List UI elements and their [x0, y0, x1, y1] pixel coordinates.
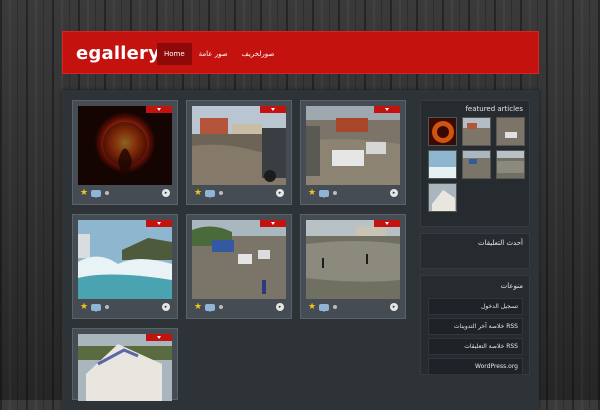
posts-rss-link[interactable]: خلاصة آخر التدوينات RSS: [428, 318, 523, 335]
gallery-item[interactable]: ★ ▸: [300, 100, 406, 205]
nav-home[interactable]: Home: [157, 43, 192, 65]
nav-general-photos[interactable]: صور عامة: [192, 43, 235, 65]
dot-icon: [105, 191, 110, 195]
comment-bubble-icon[interactable]: [319, 189, 330, 198]
recent-comments-widget: أحدث التعليقات: [420, 233, 530, 269]
gallery-item[interactable]: ★ ▸: [186, 100, 292, 205]
new-ribbon: [146, 106, 172, 113]
flooded-street-photo[interactable]: [192, 106, 286, 185]
featured-thumb[interactable]: [428, 183, 457, 212]
arrow-right-icon[interactable]: ▸: [162, 189, 170, 197]
comments-rss-link[interactable]: خلاصة التعليقات RSS: [428, 338, 523, 355]
item-toolbar: ★ ▸: [306, 187, 400, 199]
new-ribbon: [146, 334, 172, 341]
item-toolbar: ★ ▸: [78, 301, 172, 313]
sidebar: featured articles أحدث التعليقات منوعات …: [420, 100, 530, 381]
flooded-field-photo[interactable]: [306, 220, 400, 299]
nav-autumn-photos[interactable]: صورلخريف: [235, 43, 282, 65]
new-ribbon: [260, 106, 286, 113]
star-icon[interactable]: ★: [80, 301, 88, 313]
gallery-item[interactable]: ★ ▸: [186, 214, 292, 319]
featured-thumb[interactable]: [496, 117, 525, 146]
comment-bubble-icon[interactable]: [205, 189, 216, 198]
gallery-item[interactable]: ★ ▸: [300, 214, 406, 319]
flooded-road-cars-photo[interactable]: [192, 220, 286, 299]
featured-thumb[interactable]: [428, 117, 457, 146]
recent-comments-title: أحدث التعليقات: [477, 239, 523, 247]
gallery-item[interactable]: ★ ▸: [72, 100, 178, 205]
dot-icon: [333, 191, 338, 195]
featured-thumb[interactable]: [496, 150, 525, 179]
featured-thumb[interactable]: [428, 150, 457, 179]
star-icon[interactable]: ★: [194, 301, 202, 313]
dot-icon: [105, 305, 110, 309]
item-toolbar: ★ ▸: [306, 301, 400, 313]
comment-bubble-icon[interactable]: [205, 303, 216, 312]
login-link[interactable]: تسجيل الدخول: [428, 298, 523, 315]
arrow-right-icon[interactable]: ▸: [390, 303, 398, 311]
site-logo[interactable]: egallery: [76, 43, 160, 64]
misc-title: منوعات: [500, 282, 523, 290]
new-ribbon: [146, 220, 172, 227]
arrow-right-icon[interactable]: ▸: [390, 189, 398, 197]
featured-articles-widget: featured articles: [420, 100, 530, 227]
featured-thumb[interactable]: [462, 117, 491, 146]
featured-grid: [421, 117, 529, 225]
flooded-trucks-photo[interactable]: [306, 106, 400, 185]
featured-thumb[interactable]: [462, 150, 491, 179]
comment-bubble-icon[interactable]: [319, 303, 330, 312]
item-toolbar: ★ ▸: [192, 301, 286, 313]
comment-bubble-icon[interactable]: [91, 189, 102, 198]
featured-articles-title: featured articles: [465, 105, 523, 113]
misc-widget: منوعات تسجيل الدخول خلاصة آخر التدوينات …: [420, 275, 530, 375]
gallery-item[interactable]: [72, 328, 178, 401]
item-toolbar: ★ ▸: [78, 187, 172, 199]
arrow-right-icon[interactable]: ▸: [276, 189, 284, 197]
fire-globe-photo[interactable]: [78, 106, 172, 185]
star-icon[interactable]: ★: [308, 301, 316, 313]
star-icon[interactable]: ★: [80, 187, 88, 199]
wordpress-link[interactable]: WordPress.org: [428, 358, 523, 375]
main-nav: Home صور عامة صورلخريف: [157, 43, 281, 65]
star-icon[interactable]: ★: [308, 187, 316, 199]
item-toolbar: ★ ▸: [192, 187, 286, 199]
arrow-right-icon[interactable]: ▸: [162, 303, 170, 311]
comment-bubble-icon[interactable]: [91, 303, 102, 312]
new-ribbon: [374, 220, 400, 227]
dot-icon: [219, 305, 224, 309]
site-header: egallery Home صور عامة صورلخريف: [62, 31, 539, 74]
dot-icon: [333, 305, 338, 309]
dot-icon: [219, 191, 224, 195]
new-ribbon: [374, 106, 400, 113]
tent-photo[interactable]: [78, 334, 172, 401]
arrow-right-icon[interactable]: ▸: [276, 303, 284, 311]
waves-photo[interactable]: [78, 220, 172, 299]
star-icon[interactable]: ★: [194, 187, 202, 199]
gallery-item[interactable]: ★ ▸: [72, 214, 178, 319]
new-ribbon: [260, 220, 286, 227]
